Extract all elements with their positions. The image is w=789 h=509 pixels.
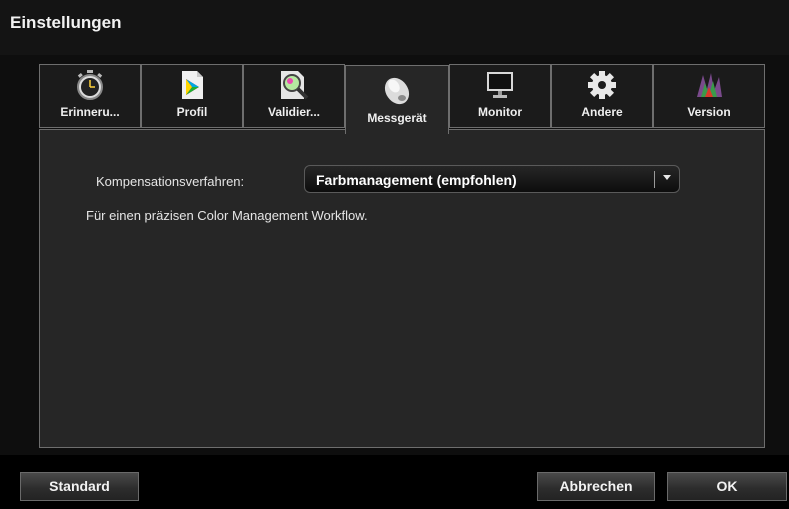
button-bar: Standard Abbrechen OK: [0, 455, 789, 509]
tab-label: Messgerät: [367, 111, 427, 125]
tab-bar: Erinneru... Profil Validier... Messgerät…: [39, 64, 765, 134]
monitor-icon: [487, 72, 513, 98]
gear-icon: [588, 71, 616, 99]
compensation-selected-value: Farbmanagement (empfohlen): [316, 172, 517, 188]
tab-label: Version: [687, 105, 731, 119]
tab-version[interactable]: Version: [653, 64, 765, 128]
color-splash-icon: [697, 73, 722, 97]
color-profile-document-icon: [182, 71, 203, 99]
cancel-button[interactable]: Abbrechen: [537, 472, 655, 501]
compensation-label: Kompensationsverfahren:: [96, 174, 245, 189]
compensation-dropdown[interactable]: Farbmanagement (empfohlen): [304, 165, 680, 193]
tab-andere[interactable]: Andere: [551, 64, 653, 128]
window-title: Einstellungen: [10, 13, 122, 32]
title-bar: Einstellungen: [0, 0, 789, 55]
tab-label: Validier...: [267, 105, 321, 119]
tab-label: Andere: [581, 105, 623, 119]
chevron-down-icon: [663, 175, 671, 180]
measuring-device-icon: [384, 77, 410, 105]
tab-label: Erinneru...: [60, 105, 120, 119]
ok-button[interactable]: OK: [667, 472, 787, 501]
dropdown-separator: [654, 171, 655, 188]
stopwatch-icon: [77, 70, 103, 100]
standard-button[interactable]: Standard: [20, 472, 139, 501]
settings-window: Einstellungen Erinneru... Profil Validie…: [0, 0, 789, 509]
magnifier-validation-icon: [281, 71, 309, 100]
tab-validierung[interactable]: Validier...: [243, 64, 345, 128]
compensation-description: Für einen präzisen Color Management Work…: [86, 208, 368, 223]
settings-panel: Kompensationsverfahren: Farbmanagement (…: [39, 129, 765, 448]
tab-profil[interactable]: Profil: [141, 64, 243, 128]
tab-label: Monitor: [478, 105, 522, 119]
tab-messgeraet[interactable]: Messgerät: [345, 65, 449, 134]
tab-erinnerung[interactable]: Erinneru...: [39, 64, 141, 128]
tab-monitor[interactable]: Monitor: [449, 64, 551, 128]
tab-label: Profil: [176, 105, 208, 119]
